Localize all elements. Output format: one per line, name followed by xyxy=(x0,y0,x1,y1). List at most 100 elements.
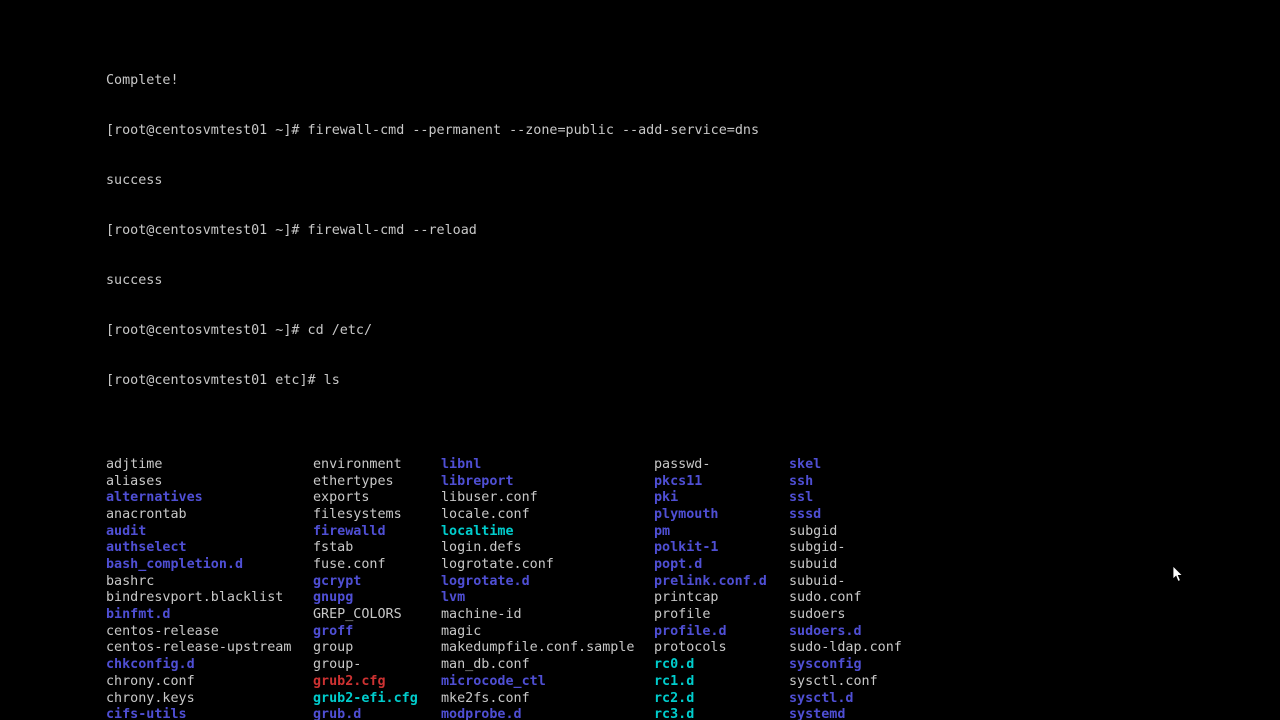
ls-entry-symlink: grub2-efi.cfg xyxy=(313,690,418,706)
ls-entry-directory: sysconfig xyxy=(789,657,862,673)
ls-entry-directory: systemd xyxy=(789,707,846,720)
ls-entry-file: machine-id xyxy=(441,607,522,623)
ls-entry-file: subuid xyxy=(789,557,838,572)
ls-row: binfmt.d GREP_COLORS machine-id profile sudo… xyxy=(106,607,1280,624)
ls-entry-file: libuser.conf xyxy=(441,490,538,506)
ls-entry-file: login.defs xyxy=(441,540,522,556)
ls-entry-file: group xyxy=(313,640,354,656)
ls-entry-file: bashrc xyxy=(106,573,155,589)
ls-entry-file: mke2fs.conf xyxy=(441,690,530,706)
terminal-line: [root@centosvmtest01 ~]# cd /etc/ xyxy=(106,323,373,339)
ls-entry-file: passwd- xyxy=(654,456,711,472)
ls-row: chrony.conf grub2.cfg microcode_ctl rc1.d sy… xyxy=(106,674,1280,691)
ls-entry-directory: firewalld xyxy=(313,523,386,539)
terminal-screen[interactable]: Complete! [root@centosvmtest01 ~]# firew… xyxy=(0,0,1280,720)
ls-row: bash_completion.d fuse.conf logrotate.conf… xyxy=(106,557,1280,574)
ls-entry-directory: popt.d xyxy=(654,557,703,572)
ls-entry-file: subgid- xyxy=(789,540,846,556)
ls-entry-file: chrony.keys xyxy=(106,690,195,706)
ls-row: centos-release groff magic profile.d sudoers… xyxy=(106,624,1280,641)
ls-row: bashrc gcrypt logrotate.d prelink.conf.d sub… xyxy=(106,574,1280,591)
ls-row: chrony.keys grub2-efi.cfg mke2fs.conf rc2.d… xyxy=(106,691,1280,708)
ls-entry-file: centos-release-upstream xyxy=(106,640,292,656)
ls-entry-directory: sysctl.d xyxy=(789,690,854,706)
ls-row: alternatives exports libuser.conf pki ssl xyxy=(106,490,1280,507)
ls-entry-file: makedumpfile.conf.sample xyxy=(441,640,635,656)
ls-entry-file: anacrontab xyxy=(106,506,187,522)
ls-entry-file: man_db.conf xyxy=(441,657,530,673)
ls-entry-symlink: rc1.d xyxy=(654,673,695,689)
ls-entry-directory: chkconfig.d xyxy=(106,657,195,673)
ls-entry-directory: polkit-1 xyxy=(654,540,719,556)
ls-entry-file: fuse.conf xyxy=(313,557,386,572)
ls-entry-file: fstab xyxy=(313,540,354,556)
ls-entry-directory: groff xyxy=(313,623,354,639)
terminal-line: [root@centosvmtest01 etc]# ls xyxy=(106,373,340,389)
ls-entry-orphan: grub2.cfg xyxy=(313,673,386,689)
ls-entry-file: sudo-ldap.conf xyxy=(789,640,902,656)
terminal-line: [root@centosvmtest01 ~]# firewall-cmd --… xyxy=(106,122,760,138)
ls-entry-directory: libreport xyxy=(441,473,514,489)
ls-entry-directory: ssl xyxy=(789,490,814,506)
ls-row: aliases ethertypes libreport pkcs11 ssh xyxy=(106,474,1280,491)
ls-row: anacrontab filesystems locale.conf plymouth… xyxy=(106,507,1280,524)
ls-entry-directory: ssh xyxy=(789,473,814,489)
ls-entry-directory: pki xyxy=(654,490,679,506)
ls-entry-file: printcap xyxy=(654,590,719,606)
ls-entry-file: subgid xyxy=(789,523,838,539)
ls-entry-file: environment xyxy=(313,456,402,472)
ls-entry-file: sudoers xyxy=(789,607,846,623)
ls-entry-file: filesystems xyxy=(313,506,402,522)
ls-entry-directory: alternatives xyxy=(106,490,203,506)
ls-entry-directory: grub.d xyxy=(313,707,362,720)
ls-entry-directory: authselect xyxy=(106,540,187,556)
ls-entry-symlink: rc2.d xyxy=(654,690,695,706)
ls-entry-directory: modprobe.d xyxy=(441,707,522,720)
ls-entry-file: logrotate.conf xyxy=(441,557,554,572)
ls-entry-directory: binfmt.d xyxy=(106,607,171,623)
ls-entry-directory: cifs-utils xyxy=(106,707,187,720)
ls-row: bindresvport.blacklist gnupg lvm printcap su… xyxy=(106,590,1280,607)
ls-entry-directory: pm xyxy=(654,523,671,539)
ls-entry-symlink: rc3.d xyxy=(654,707,695,720)
terminal-line: success xyxy=(106,273,163,289)
ls-entry-directory: lvm xyxy=(441,590,466,606)
terminal-line: success xyxy=(106,173,163,188)
ls-entry-file: locale.conf xyxy=(441,506,530,522)
ls-row: chkconfig.d group-man_db.conf rc0.d sysconf… xyxy=(106,657,1280,674)
ls-entry-file: centos-release xyxy=(106,623,219,639)
ls-entry-file: GREP_COLORS xyxy=(313,607,402,623)
ls-entry-directory: gnupg xyxy=(313,590,354,606)
ls-entry-directory: audit xyxy=(106,523,147,539)
ls-entry-directory: bash_completion.d xyxy=(106,557,244,572)
ls-entry-file: magic xyxy=(441,623,482,639)
ls-entry-directory: sssd xyxy=(789,506,822,522)
ls-output-grid: adjtime environment libnl passwd-skel aliase… xyxy=(106,457,1280,720)
ls-entry-symlink: localtime xyxy=(441,523,514,539)
ls-entry-directory: logrotate.d xyxy=(441,573,530,589)
terminal-line: Complete! xyxy=(106,72,179,88)
ls-entry-file: subuid- xyxy=(789,573,846,589)
ls-entry-file: chrony.conf xyxy=(106,673,195,689)
ls-entry-file: sudo.conf xyxy=(789,590,862,606)
ls-entry-file: ethertypes xyxy=(313,473,394,489)
ls-entry-directory: prelink.conf.d xyxy=(654,573,767,589)
ls-entry-file: exports xyxy=(313,490,370,506)
ls-row: adjtime environment libnl passwd-skel xyxy=(106,457,1280,474)
ls-entry-directory: pkcs11 xyxy=(654,473,703,489)
ls-entry-directory: skel xyxy=(789,456,822,472)
ls-entry-directory: microcode_ctl xyxy=(441,673,546,689)
ls-entry-directory: gcrypt xyxy=(313,573,362,589)
ls-entry-directory: sudoers.d xyxy=(789,623,862,639)
ls-entry-directory: plymouth xyxy=(654,506,719,522)
ls-row: authselect fstab login.defs polkit-1 subgid- xyxy=(106,540,1280,557)
ls-entry-file: profile xyxy=(654,607,711,623)
ls-entry-file: adjtime xyxy=(106,456,163,472)
ls-row: cifs-utils grub.d modprobe.d rc3.d systemd xyxy=(106,707,1280,720)
terminal-line: [root@centosvmtest01 ~]# firewall-cmd --… xyxy=(106,223,477,239)
ls-entry-directory: profile.d xyxy=(654,623,727,639)
ls-entry-file: group- xyxy=(313,657,362,673)
ls-entry-file: aliases xyxy=(106,473,163,489)
ls-entry-file: bindresvport.blacklist xyxy=(106,590,284,606)
ls-row: audit firewalld localtime pm subgid xyxy=(106,524,1280,541)
